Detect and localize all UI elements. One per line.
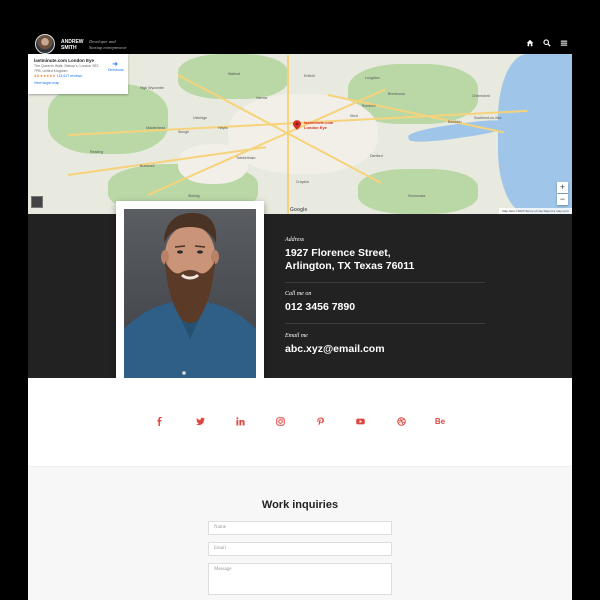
site-tagline: Developer and Startup entrepreneur xyxy=(89,39,127,50)
work-inquiries-section: Work inquiries Name Email Message xyxy=(28,466,572,600)
name-field[interactable]: Name xyxy=(208,521,392,535)
page: ANDREW SMITH Developer and Startup entre… xyxy=(0,0,600,600)
email-label: Email me xyxy=(285,333,308,339)
divider xyxy=(285,282,485,283)
zoom-in-button[interactable]: + xyxy=(557,182,568,193)
address-label: Address xyxy=(285,237,305,243)
divider xyxy=(285,323,485,324)
instagram-icon[interactable] xyxy=(273,416,287,428)
linkedin-icon[interactable] xyxy=(233,416,247,428)
zoom-out-button[interactable]: − xyxy=(557,194,568,205)
directions-button[interactable]: ➜ Directions xyxy=(108,60,124,72)
site-header: ANDREW SMITH Developer and Startup entre… xyxy=(28,30,572,54)
pin-label: lastminute.com London Eye xyxy=(304,120,334,130)
phone-label: Call me on xyxy=(285,291,312,297)
address-value: 1927 Florence Street, Arlington, TX Texa… xyxy=(285,247,415,272)
pinterest-icon[interactable] xyxy=(313,416,327,428)
view-larger-map-link[interactable]: View larger map xyxy=(34,81,122,85)
facebook-icon[interactable] xyxy=(152,416,166,428)
avatar[interactable] xyxy=(35,34,55,54)
youtube-icon[interactable] xyxy=(353,416,367,428)
google-logo: Google xyxy=(290,207,308,213)
search-icon[interactable] xyxy=(542,39,552,49)
home-icon[interactable] xyxy=(525,39,535,49)
map-pin-icon[interactable] xyxy=(293,120,301,130)
map-overlay: lastminute.com London Eye The Queen's Wa… xyxy=(28,54,572,214)
profile-photo xyxy=(124,209,256,383)
twitter-icon[interactable] xyxy=(193,416,207,428)
place-rating: 4.5 ★★★★★ 123,617 reviews xyxy=(34,74,122,78)
message-field[interactable]: Message xyxy=(208,563,392,595)
phone-value[interactable]: 012 3456 7890 xyxy=(285,301,355,314)
social-links: Be xyxy=(28,378,572,466)
menu-icon[interactable] xyxy=(559,39,569,49)
directions-icon: ➜ xyxy=(112,61,118,68)
reviews-link[interactable]: 123,617 reviews xyxy=(57,74,83,78)
form-title: Work inquiries xyxy=(261,499,339,511)
place-card: lastminute.com London Eye The Queen's Wa… xyxy=(28,54,128,94)
rating-stars: 4.5 ★★★★★ xyxy=(34,74,56,78)
fullscreen-icon[interactable] xyxy=(31,196,43,208)
directions-label: Directions xyxy=(108,68,124,72)
email-field[interactable]: Email xyxy=(208,542,392,556)
email-value[interactable]: abc.xyz@email.com xyxy=(285,343,385,356)
behance-icon[interactable]: Be xyxy=(433,416,447,428)
dribbble-icon[interactable] xyxy=(394,416,408,428)
place-address: The Queen's Walk, Bishop's, London SE1 7… xyxy=(34,64,99,73)
site-owner-name[interactable]: ANDREW SMITH xyxy=(61,39,87,51)
profile-photo-frame xyxy=(116,201,264,391)
